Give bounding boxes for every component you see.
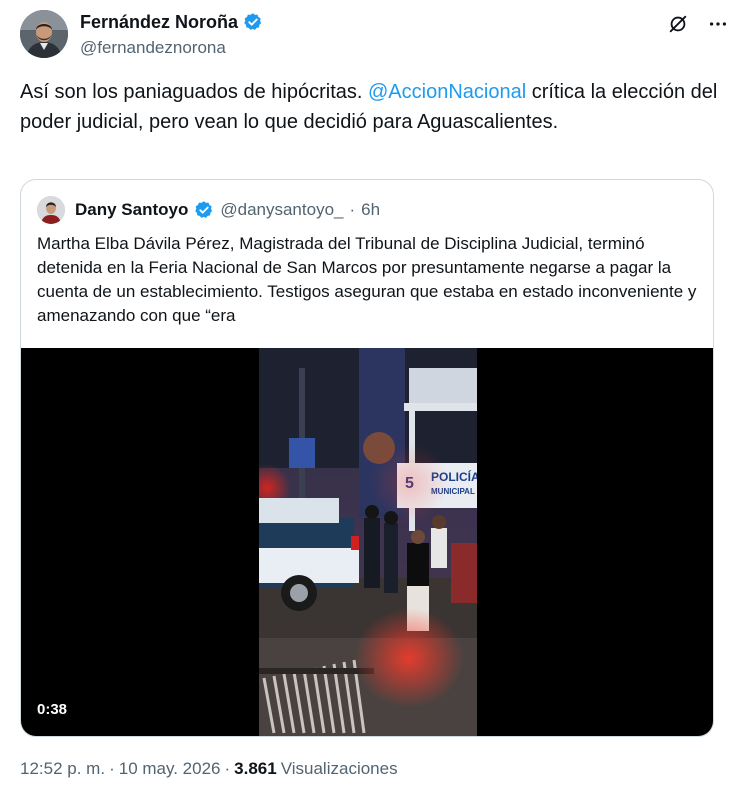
tweet: Fernández Noroña @fernandeznorona Así so… (0, 0, 750, 810)
tweet-date[interactable]: 10 may. 2026 (119, 759, 221, 779)
quoted-author-handle[interactable]: @danysantoyo_ (220, 200, 343, 220)
author-avatar[interactable] (20, 10, 68, 58)
author-name-row: Fernández Noroña (80, 10, 263, 34)
more-icon[interactable] (706, 12, 730, 36)
quoted-text: Martha Elba Dávila Pérez, Magistrada del… (37, 234, 697, 325)
quoted-timestamp[interactable]: 6h (361, 200, 380, 220)
author-name[interactable]: Fernández Noroña (80, 12, 238, 33)
grok-icon[interactable] (666, 12, 690, 36)
tweet-meta: 12:52 p. m. · 10 may. 2026 · 3.861 Visua… (20, 759, 398, 779)
verified-badge-icon[interactable] (243, 12, 263, 32)
quoted-author-name[interactable]: Dany Santoyo (75, 200, 188, 220)
quoted-tweet[interactable]: Dany Santoyo @danysantoyo_ · 6h Martha E… (20, 179, 714, 737)
tweet-text: Así son los paniaguados de hipócritas. @… (20, 77, 720, 137)
video-thumbnail: POLICÍA MUNICIPAL 5 (259, 348, 477, 736)
quoted-separator: · (349, 200, 356, 219)
tweet-text-before: Así son los paniaguados de hipócritas. (20, 81, 368, 103)
views-label: Visualizaciones (280, 759, 398, 778)
views-count: 3.861 (234, 759, 277, 778)
quoted-header: Dany Santoyo @danysantoyo_ · 6h (37, 196, 380, 224)
top-actions (666, 12, 730, 36)
quoted-avatar[interactable] (37, 196, 65, 224)
meta-separator: · (109, 759, 115, 778)
video-player[interactable]: POLICÍA MUNICIPAL 5 0:38 (21, 348, 713, 736)
author-block: Fernández Noroña @fernandeznorona (80, 10, 263, 58)
mention-link[interactable]: @AccionNacional (368, 81, 526, 103)
author-handle[interactable]: @fernandeznorona (80, 38, 263, 58)
video-duration: 0:38 (37, 701, 68, 718)
tweet-time[interactable]: 12:52 p. m. (20, 759, 105, 779)
quoted-verified-badge-icon (194, 200, 214, 220)
meta-separator: · (224, 759, 231, 778)
